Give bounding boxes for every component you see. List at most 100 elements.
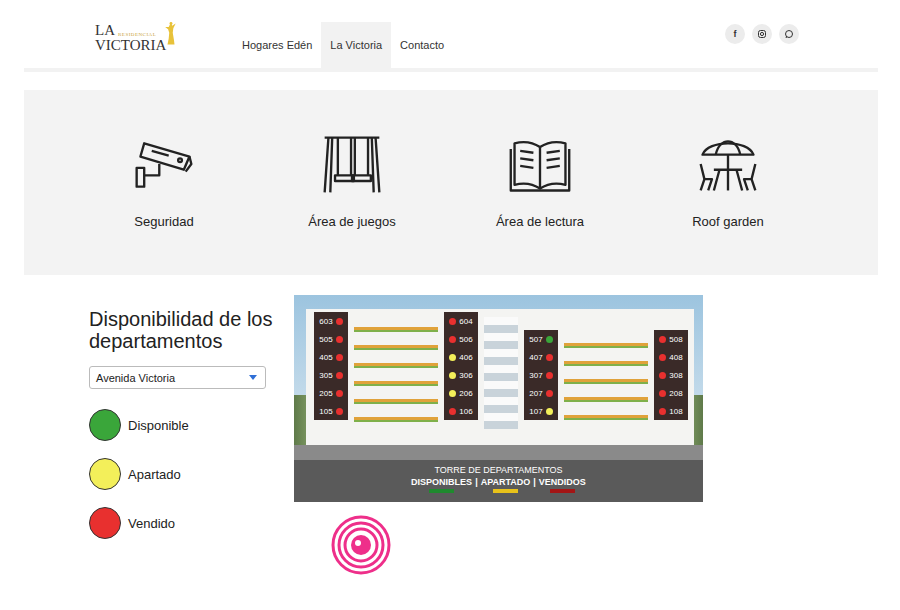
unit-number: 305: [319, 371, 332, 380]
tower-column: 603505405 305 205 105 604 506 406 306 206 106 507 4…: [294, 295, 703, 575]
unit-number: 508: [669, 335, 682, 344]
swing-icon: [319, 132, 385, 198]
caption-word: VENDIDOS: [539, 477, 586, 487]
unit-strip: 603505405 305 205 105: [314, 312, 348, 420]
amenity-label: Área de juegos: [308, 214, 395, 229]
page: LARESIDENCIALVICTORIA Hogares EdénLa Vict…: [0, 0, 900, 610]
caption-word: DISPONIBLES: [411, 477, 472, 487]
whatsapp-icon: [784, 29, 794, 39]
legend-label: Apartado: [128, 467, 181, 482]
unit[interactable]: 205: [314, 384, 348, 402]
unit-number: 107: [529, 407, 542, 416]
unit-status-dot: [659, 372, 666, 379]
legend-label: Disponible: [128, 418, 189, 433]
unit-status-dot: [336, 408, 343, 415]
tower-image: 603505405 305 205 105 604 506 406 306 206 106 507 4…: [294, 295, 703, 502]
garden-table-icon: [695, 132, 761, 198]
header-rule: [24, 68, 878, 72]
unit-number: 208: [669, 389, 682, 398]
unit-status-dot: [336, 390, 343, 397]
security-camera-icon: [131, 132, 197, 198]
statue-icon: [164, 15, 178, 53]
building-scene: 603505405 305 205 105 604 506 406 306 206 106 507 4…: [294, 295, 703, 460]
amenity: Área de lectura: [446, 132, 634, 275]
social-links: f: [725, 24, 799, 44]
unit[interactable]: 107: [524, 402, 558, 420]
legend-item: Apartado: [89, 458, 294, 490]
unit-number: 507: [529, 335, 542, 344]
amenity-label: Roof garden: [692, 214, 764, 229]
unit[interactable]: 305: [314, 366, 348, 384]
unit[interactable]: 207: [524, 384, 558, 402]
unit-number: 108: [669, 407, 682, 416]
caption-bar: [493, 489, 518, 493]
unit[interactable]: 108: [654, 402, 688, 420]
caption-bar: [550, 489, 575, 493]
unit[interactable]: 408: [654, 348, 688, 366]
unit[interactable]: 407: [524, 348, 558, 366]
nav-item[interactable]: Contacto: [391, 22, 453, 68]
unit[interactable]: 603: [314, 312, 348, 330]
social-button[interactable]: f: [725, 24, 745, 44]
status-dot: [89, 458, 121, 490]
legend-label: Vendido: [128, 516, 175, 531]
unit[interactable]: 308: [654, 366, 688, 384]
status-legend: Disponible Apartado Vendido: [89, 409, 294, 539]
unit[interactable]: 105: [314, 402, 348, 420]
unit-status-dot: [546, 336, 553, 343]
header: LARESIDENCIALVICTORIA Hogares EdénLa Vict…: [0, 0, 900, 68]
unit-status-dot: [546, 408, 553, 415]
unit-number: 406: [459, 353, 472, 362]
unit-status-dot: [449, 354, 456, 361]
unit-status-dot: [449, 318, 456, 325]
logo-top: LA: [95, 23, 115, 38]
balconies: [484, 317, 518, 429]
availability-panel: Disponibilidad de los departamentos Aveni…: [0, 295, 294, 575]
nav-item[interactable]: La Victoria: [321, 22, 391, 68]
social-button[interactable]: [752, 24, 772, 44]
social-button[interactable]: [779, 24, 799, 44]
unit[interactable]: 505: [314, 330, 348, 348]
unit[interactable]: 405: [314, 348, 348, 366]
unit-number: 205: [319, 389, 332, 398]
amenities-band: SeguridadÁrea de juegosÁrea de lecturaRo…: [24, 90, 878, 275]
unit[interactable]: 206: [444, 384, 478, 402]
caption-title: TORRE DE DEPARTAMENTOS: [434, 465, 562, 475]
unit-strip: 604 506 406 306 206 106: [444, 312, 478, 420]
unit[interactable]: 406: [444, 348, 478, 366]
pink-widget-icon[interactable]: [331, 515, 391, 575]
caption-word: APARTADO: [481, 477, 531, 487]
open-book-icon: [507, 132, 573, 198]
unit-number: 306: [459, 371, 472, 380]
logo[interactable]: LARESIDENCIALVICTORIA: [95, 15, 185, 53]
unit[interactable]: 604: [444, 312, 478, 330]
amenity: Área de juegos: [258, 132, 446, 275]
caption-legend: DISPONIBLES|APARTADO|VENDIDOS: [411, 477, 586, 493]
unit-status-dot: [546, 390, 553, 397]
unit-status-dot: [336, 318, 343, 325]
unit-number: 308: [669, 371, 682, 380]
nav-item[interactable]: Hogares Edén: [233, 22, 321, 68]
tower-select[interactable]: Avenida Victoria: [89, 366, 266, 389]
caption-item: APARTADO: [481, 477, 531, 493]
unit[interactable]: 508: [654, 330, 688, 348]
unit-status-dot: [449, 372, 456, 379]
unit-number: 207: [529, 389, 542, 398]
status-dot: [89, 507, 121, 539]
unit-number: 106: [459, 407, 472, 416]
availability-title: Disponibilidad de los departamentos: [89, 308, 294, 352]
balconies: [354, 317, 438, 429]
unit-strip: 507 407307 207 107: [524, 330, 558, 420]
unit-status-dot: [659, 336, 666, 343]
balconies: [564, 333, 648, 429]
unit[interactable]: 307: [524, 366, 558, 384]
unit[interactable]: 106: [444, 402, 478, 420]
unit[interactable]: 506: [444, 330, 478, 348]
unit[interactable]: 507: [524, 330, 558, 348]
unit[interactable]: 208: [654, 384, 688, 402]
caret-icon: [249, 375, 257, 380]
unit-status-dot: [546, 372, 553, 379]
unit-number: 506: [459, 335, 472, 344]
logo-text: LARESIDENCIALVICTORIA: [95, 23, 166, 53]
unit[interactable]: 306: [444, 366, 478, 384]
